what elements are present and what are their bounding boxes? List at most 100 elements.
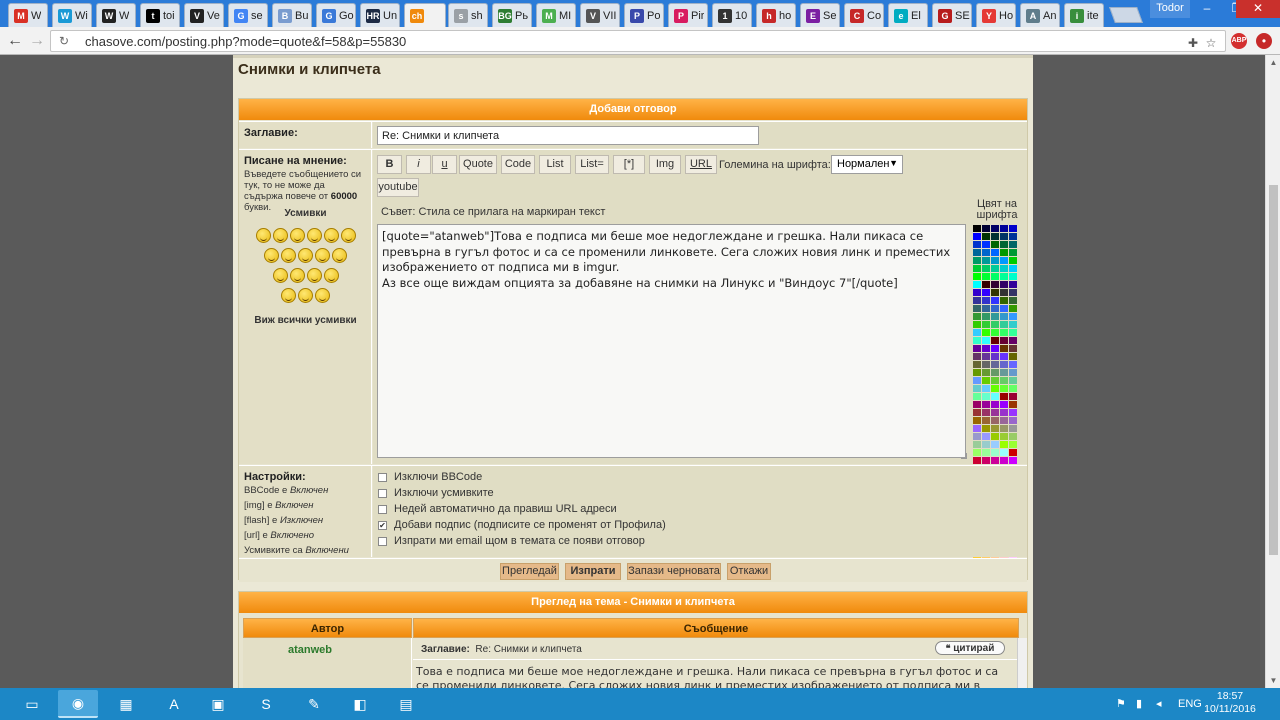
smiley-icon[interactable] xyxy=(323,228,339,243)
color-swatch[interactable] xyxy=(1000,289,1008,296)
color-swatch[interactable] xyxy=(1000,441,1008,448)
color-swatch[interactable] xyxy=(1009,257,1017,264)
color-swatch[interactable] xyxy=(973,441,981,448)
color-swatch[interactable] xyxy=(973,401,981,408)
option-checkbox[interactable] xyxy=(378,488,387,498)
color-swatch[interactable] xyxy=(991,441,999,448)
scroll-thumb[interactable] xyxy=(1269,185,1278,555)
color-swatch[interactable] xyxy=(991,297,999,304)
color-swatch[interactable] xyxy=(1000,281,1008,288)
color-swatch[interactable] xyxy=(991,409,999,416)
color-swatch[interactable] xyxy=(982,265,990,272)
smiley-icon[interactable] xyxy=(340,228,356,243)
scroll-down-icon[interactable]: ▼ xyxy=(1266,673,1280,688)
smiley-icon[interactable] xyxy=(255,228,271,243)
color-swatch[interactable] xyxy=(1009,249,1017,256)
subject-input[interactable]: Re: Снимки и клипчета xyxy=(377,126,759,145)
color-swatch[interactable] xyxy=(973,257,981,264)
color-swatch[interactable] xyxy=(973,233,981,240)
youtube-button[interactable]: youtube xyxy=(377,178,419,197)
color-swatch[interactable] xyxy=(991,305,999,312)
color-swatch[interactable] xyxy=(1000,353,1008,360)
color-swatch[interactable] xyxy=(1000,233,1008,240)
color-swatch[interactable] xyxy=(991,345,999,352)
color-swatch[interactable] xyxy=(1009,225,1017,232)
color-swatch[interactable] xyxy=(1009,361,1017,368)
color-swatch[interactable] xyxy=(982,329,990,336)
color-swatch[interactable] xyxy=(1009,425,1017,432)
bbcode-button[interactable]: List xyxy=(539,155,571,174)
browser-tab[interactable]: A An xyxy=(1020,3,1060,27)
color-swatch[interactable] xyxy=(1000,313,1008,320)
browser-tab[interactable]: ch xyxy=(404,3,446,27)
url-text[interactable]: chasove.com/posting.php?mode=quote&f=58&… xyxy=(85,34,406,49)
smiley-icon[interactable] xyxy=(306,228,322,243)
color-swatch[interactable] xyxy=(973,241,981,248)
color-swatch[interactable] xyxy=(973,289,981,296)
smiley-icon[interactable] xyxy=(306,268,322,283)
option-checkbox[interactable] xyxy=(378,504,387,514)
color-swatch[interactable] xyxy=(973,361,981,368)
address-bar[interactable]: ↻ chasove.com/posting.php?mode=quote&f=5… xyxy=(50,30,1226,52)
color-swatch[interactable] xyxy=(973,393,981,400)
scroll-up-icon[interactable]: ▲ xyxy=(1266,55,1280,70)
browser-tab[interactable]: V Ve xyxy=(184,3,224,27)
color-swatch[interactable] xyxy=(1009,353,1017,360)
cancel-button[interactable]: Откажи xyxy=(727,563,771,580)
color-swatch[interactable] xyxy=(1000,369,1008,376)
color-swatch[interactable] xyxy=(991,433,999,440)
color-swatch[interactable] xyxy=(973,249,981,256)
profile-button[interactable]: Todor xyxy=(1150,0,1190,18)
font-size-select[interactable]: Нормален ▼ xyxy=(831,155,903,174)
color-swatch[interactable] xyxy=(982,297,990,304)
extension-red-icon[interactable]: • xyxy=(1256,33,1272,49)
color-swatch[interactable] xyxy=(1000,257,1008,264)
color-swatch[interactable] xyxy=(1000,401,1008,408)
color-swatch[interactable] xyxy=(982,393,990,400)
color-swatch[interactable] xyxy=(1009,233,1017,240)
color-swatch[interactable] xyxy=(1000,457,1008,464)
color-swatch[interactable] xyxy=(1000,297,1008,304)
color-swatch[interactable] xyxy=(991,281,999,288)
color-swatch[interactable] xyxy=(973,353,981,360)
color-swatch[interactable] xyxy=(973,345,981,352)
color-swatch[interactable] xyxy=(1009,369,1017,376)
color-swatch[interactable] xyxy=(991,377,999,384)
language-indicator[interactable]: ENG xyxy=(1178,688,1202,720)
color-swatch[interactable] xyxy=(991,249,999,256)
smiley-icon[interactable] xyxy=(298,288,313,303)
color-swatch[interactable] xyxy=(991,401,999,408)
color-swatch[interactable] xyxy=(982,409,990,416)
color-swatch[interactable] xyxy=(1009,337,1017,344)
browser-tab[interactable]: MW xyxy=(8,3,48,27)
color-swatch[interactable] xyxy=(1009,449,1017,456)
browser-tab[interactable]: E Se xyxy=(800,3,840,27)
color-swatch[interactable] xyxy=(982,305,990,312)
color-swatch[interactable] xyxy=(982,353,990,360)
color-swatch[interactable] xyxy=(1000,305,1008,312)
reload-icon[interactable]: ↻ xyxy=(59,34,69,48)
photos-icon[interactable]: ▣ xyxy=(198,690,238,718)
color-swatch[interactable] xyxy=(973,369,981,376)
option-checkbox[interactable] xyxy=(378,536,387,546)
color-swatch[interactable] xyxy=(973,265,981,272)
color-swatch[interactable] xyxy=(1009,241,1017,248)
color-swatch[interactable] xyxy=(1009,441,1017,448)
clock[interactable]: 18:57 10/11/2016 xyxy=(1200,690,1260,716)
smiley-icon[interactable] xyxy=(281,248,296,263)
color-swatch[interactable] xyxy=(973,457,981,464)
font-app-icon[interactable]: A xyxy=(154,690,194,718)
color-swatch[interactable] xyxy=(1000,393,1008,400)
color-swatch[interactable] xyxy=(982,457,990,464)
submit-button[interactable]: Изпрати xyxy=(565,563,621,580)
color-swatch[interactable] xyxy=(1000,361,1008,368)
color-swatch[interactable] xyxy=(1009,385,1017,392)
color-swatch[interactable] xyxy=(982,441,990,448)
browser-tab[interactable]: M MI xyxy=(536,3,576,27)
color-swatch[interactable] xyxy=(982,273,990,280)
color-swatch[interactable] xyxy=(991,257,999,264)
smiley-icon[interactable] xyxy=(315,288,330,303)
color-swatch[interactable] xyxy=(973,273,981,280)
color-swatch[interactable] xyxy=(982,449,990,456)
color-swatch[interactable] xyxy=(1000,409,1008,416)
